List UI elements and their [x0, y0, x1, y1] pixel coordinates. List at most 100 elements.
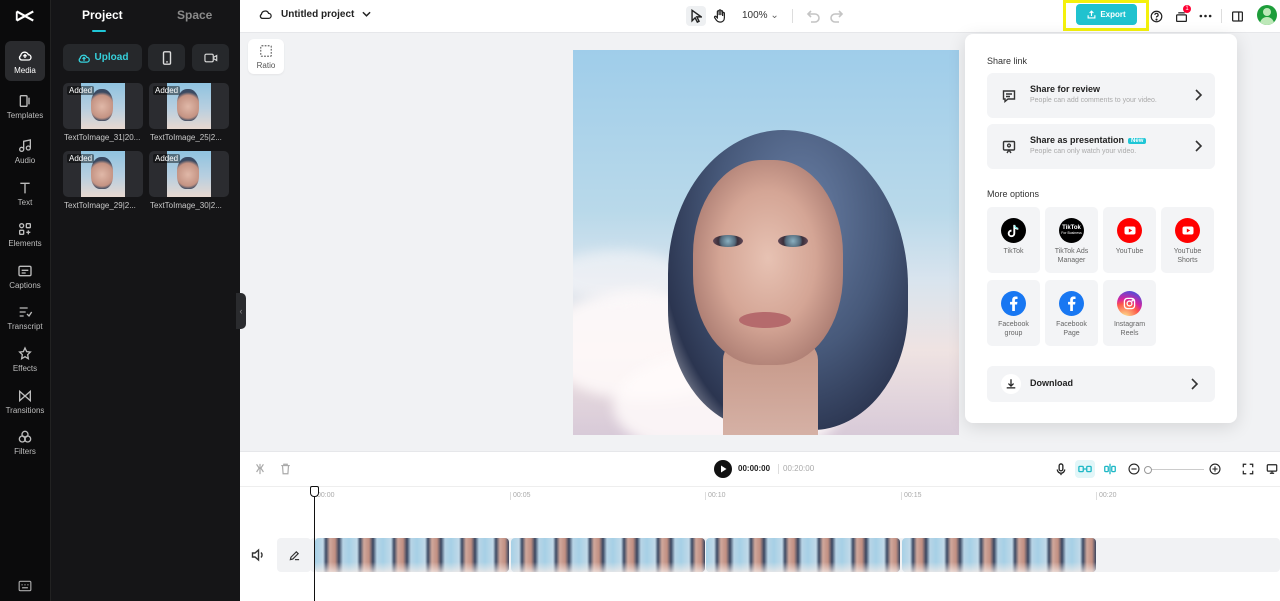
option-youtube[interactable]: YouTube — [1103, 207, 1156, 273]
mute-track-icon[interactable] — [251, 548, 265, 562]
left-rail: Media Templates Audio Text Elements Capt… — [0, 0, 50, 601]
portrait-lips — [739, 312, 791, 328]
option-tiktok[interactable]: TikTok — [987, 207, 1040, 273]
chevron-down-icon — [362, 11, 371, 17]
rail-item-templates[interactable]: Templates — [5, 86, 45, 126]
tab-project[interactable]: Project — [82, 8, 123, 22]
rail-item-effects[interactable]: Effects — [5, 339, 45, 379]
phone-import-button[interactable] — [148, 44, 185, 71]
share-for-review-option[interactable]: Share for review People can add comments… — [987, 73, 1215, 118]
edit-track-button[interactable] — [277, 538, 311, 572]
tick-label: 00:20 — [1099, 492, 1117, 499]
hand-tool-button[interactable] — [710, 6, 730, 26]
collapse-panel-handle[interactable]: ‹ — [236, 293, 246, 329]
option-tiktok-ads-manager[interactable]: TikTok For Business TikTok Ads Manager — [1045, 207, 1098, 273]
more-options-heading: More options — [987, 189, 1040, 199]
rail-item-elements[interactable]: Elements — [5, 214, 45, 254]
media-thumbnail[interactable]: Added — [63, 83, 143, 129]
share-review-title: Share for review — [1030, 84, 1101, 94]
option-facebook-page[interactable]: Facebook Page — [1045, 280, 1098, 346]
record-button[interactable] — [192, 44, 229, 71]
media-thumbnail[interactable]: Added — [149, 151, 229, 197]
zoom-out-button[interactable] — [1126, 461, 1142, 477]
upload-button[interactable]: Upload — [63, 44, 142, 71]
playhead-line[interactable] — [314, 486, 315, 601]
download-option[interactable]: Download — [987, 366, 1215, 402]
chevron-right-icon — [1195, 140, 1203, 152]
delete-button[interactable] — [277, 461, 293, 477]
export-button[interactable]: Export — [1076, 4, 1137, 25]
select-tool-button[interactable] — [686, 6, 706, 26]
media-thumbnail[interactable]: Added — [149, 83, 229, 129]
play-button[interactable] — [714, 460, 732, 478]
rail-label: Effects — [12, 363, 38, 373]
rail-label: Elements — [8, 238, 42, 248]
preview-screen-button[interactable] — [1264, 461, 1280, 477]
rail-item-audio[interactable]: Audio — [5, 131, 45, 171]
auto-snap-toggle[interactable] — [1075, 460, 1095, 478]
redo-icon[interactable] — [829, 8, 845, 24]
split-align-toggle[interactable] — [1100, 460, 1120, 478]
filters-circles-icon — [18, 430, 32, 443]
video-clip[interactable] — [706, 538, 900, 572]
pencil-icon — [289, 550, 299, 560]
rail-item-transcript[interactable]: Transcript — [5, 297, 45, 337]
option-facebook-group[interactable]: Facebook group — [987, 280, 1040, 346]
youtube-shorts-icon — [1175, 218, 1200, 243]
divider — [1221, 9, 1222, 23]
top-bar: Untitled project 100% ⌄ Export 1 — [240, 0, 1280, 33]
rail-label: Filters — [14, 446, 36, 456]
share-presentation-title: Share as presentation New — [1030, 135, 1147, 145]
project-title: Untitled project — [281, 8, 355, 20]
captions-icon — [18, 265, 32, 276]
more-options-button[interactable] — [1196, 7, 1214, 25]
ratio-button[interactable]: Ratio — [248, 39, 284, 74]
rail-label: Media — [14, 65, 36, 75]
rail-item-captions[interactable]: Captions — [5, 256, 45, 296]
share-presentation-subtitle: People can only watch your video. — [1030, 148, 1137, 155]
toggle-layout-button[interactable] — [1228, 7, 1246, 25]
fit-timeline-button[interactable] — [1240, 461, 1256, 477]
tab-space[interactable]: Space — [177, 8, 212, 22]
playhead-handle[interactable] — [310, 486, 319, 497]
video-clip[interactable] — [511, 538, 705, 572]
option-label: Facebook group — [998, 321, 1029, 337]
added-badge: Added — [153, 86, 181, 95]
help-button[interactable] — [1147, 7, 1165, 25]
media-name: TextToImage_31|20... — [64, 133, 141, 142]
tick-label: 00:15 — [904, 492, 922, 499]
chevron-left-icon: ‹ — [239, 306, 243, 316]
capcut-logo-icon — [15, 10, 34, 22]
rail-item-transitions[interactable]: Transitions — [5, 381, 45, 421]
video-clip[interactable] — [315, 538, 509, 572]
audio-note-icon — [18, 138, 31, 152]
phone-icon — [162, 50, 171, 65]
user-avatar[interactable] — [1257, 5, 1277, 25]
video-preview[interactable] — [573, 50, 959, 435]
tiktok-ads-icon: TikTok For Business — [1059, 218, 1084, 243]
effects-star-icon — [18, 345, 32, 360]
chevron-down-icon: ⌄ — [770, 10, 779, 21]
plus-circle-icon — [1209, 463, 1221, 475]
zoom-dropdown[interactable]: 100% ⌄ — [742, 10, 779, 21]
video-clip[interactable] — [902, 538, 1096, 572]
option-instagram-reels[interactable]: Instagram Reels — [1103, 280, 1156, 346]
rail-item-text[interactable]: Text — [5, 173, 45, 213]
rail-item-media[interactable]: Media — [5, 41, 45, 81]
media-name: TextToImage_29|2... — [64, 201, 136, 210]
upload-cloud-icon — [78, 54, 90, 63]
option-youtube-shorts[interactable]: YouTube Shorts — [1161, 207, 1214, 273]
share-as-presentation-option[interactable]: Share as presentation New People can only… — [987, 124, 1215, 169]
rail-item-filters[interactable]: Filters — [5, 422, 45, 462]
undo-icon[interactable] — [805, 8, 821, 24]
microphone-button[interactable] — [1053, 461, 1069, 477]
zoom-in-button[interactable] — [1207, 461, 1223, 477]
project-title-menu[interactable]: Untitled project — [258, 8, 371, 20]
media-thumbnail[interactable]: Added — [63, 151, 143, 197]
keyboard-shortcuts-icon[interactable] — [18, 580, 32, 592]
pointer-icon — [691, 9, 702, 23]
timeline-zoom-knob[interactable] — [1144, 466, 1152, 474]
timeline-zoom-slider[interactable] — [1148, 469, 1204, 470]
chevron-right-icon — [1195, 89, 1203, 101]
split-button[interactable] — [252, 461, 268, 477]
